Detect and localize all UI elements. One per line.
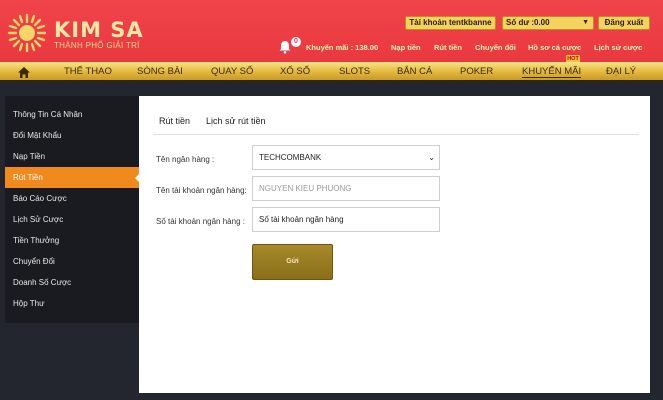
account-sidebar: Thông Tin Cá Nhân Đổi Mật Khẩu Nạp Tiền … (5, 96, 140, 323)
main-nav: THỂ THAO SÒNG BÀI QUAY SỐ XỔ SỐ SLOTS BẮ… (0, 62, 663, 82)
logout-button[interactable]: Đăng xuất (598, 16, 650, 30)
balance-value: Số dư :0.00 (506, 18, 550, 27)
tab-withdraw[interactable]: Rút tiền (159, 116, 190, 126)
sidebar-item-bet-report[interactable]: Báo Cáo Cược (5, 188, 140, 209)
site-header: KIM SA THÀNH PHỐ GIẢI TRÍ Tài khoản tent… (0, 0, 663, 63)
bet-history-link[interactable]: Lịch sử cược (594, 43, 642, 52)
tab-divider (153, 134, 639, 135)
logo-subtitle: THÀNH PHỐ GIẢI TRÍ (54, 41, 140, 50)
sidebar-item-profile[interactable]: Thông Tin Cá Nhân (5, 104, 140, 125)
logo-title[interactable]: KIM SA (54, 19, 144, 41)
withdraw-link[interactable]: Rút tiền (434, 43, 462, 52)
submit-button[interactable]: Gửi (252, 244, 333, 280)
account-name-field[interactable]: NGUYEN KIEU PHUONG (252, 176, 440, 201)
account-number-label: Số tài khoản ngân hàng : (156, 217, 245, 226)
bet-profile-link[interactable]: Hồ sơ cá cược (528, 43, 581, 52)
home-icon[interactable] (18, 67, 30, 78)
bank-select[interactable]: TECHCOMBANK ⌄ (252, 145, 440, 170)
notification-badge: 0 (291, 37, 301, 47)
sidebar-item-turnover[interactable]: Doanh Số Cược (5, 272, 140, 293)
nav-promotions[interactable]: KHUYẾN MÃI (522, 66, 582, 78)
nav-poker[interactable]: POKER (460, 66, 493, 77)
sidebar-item-withdraw[interactable]: Rút Tiền (5, 167, 140, 188)
account-button[interactable]: Tài khoản tentkbanne (405, 16, 496, 30)
nav-fishing[interactable]: BẮN CÁ (397, 66, 432, 77)
deposit-link[interactable]: Nạp tiền (391, 43, 421, 52)
right-gutter (650, 82, 663, 400)
nav-agent[interactable]: ĐẠI LÝ (606, 66, 636, 77)
promo-balance[interactable]: Khuyến mãi : 138.00 (306, 43, 378, 52)
bell-icon[interactable] (278, 40, 292, 54)
balance-select[interactable]: Số dư :0.00 ▼ (502, 16, 594, 30)
nav-slots[interactable]: SLOTS (339, 66, 370, 77)
transfer-link[interactable]: Chuyển đổi (475, 43, 516, 52)
sidebar-item-deposit[interactable]: Nạp Tiền (5, 146, 140, 167)
account-number-field[interactable]: Số tài khoản ngân hàng (252, 207, 440, 232)
sun-logo-icon[interactable] (6, 12, 48, 54)
chevron-down-icon: ▼ (582, 19, 589, 26)
nav-lottery[interactable]: XỔ SỐ (280, 66, 310, 77)
bank-select-value: TECHCOMBANK (259, 153, 322, 162)
sidebar-item-bonus[interactable]: Tiền Thưởng (5, 230, 140, 251)
sidebar-item-inbox[interactable]: Hộp Thư (5, 293, 140, 314)
tab-withdraw-history[interactable]: Lịch sử rút tiền (206, 116, 266, 126)
withdraw-panel: Rút tiền Lịch sử rút tiền Tên ngân hàng … (139, 96, 650, 393)
sidebar-item-bet-history[interactable]: Lịch Sử Cược (5, 209, 140, 230)
nav-sports[interactable]: THỂ THAO (64, 66, 112, 77)
sidebar-item-transfer[interactable]: Chuyển Đổi (5, 251, 140, 272)
sidebar-item-change-password[interactable]: Đổi Mật Khẩu (5, 125, 140, 146)
chevron-down-icon: ⌄ (428, 153, 435, 162)
account-name-label: Tên tài khoản ngân hàng: (156, 186, 247, 195)
nav-lottery-spin[interactable]: QUAY SỐ (211, 66, 253, 77)
nav-casino[interactable]: SÒNG BÀI (137, 66, 183, 77)
bank-label: Tên ngân hàng : (156, 155, 215, 164)
